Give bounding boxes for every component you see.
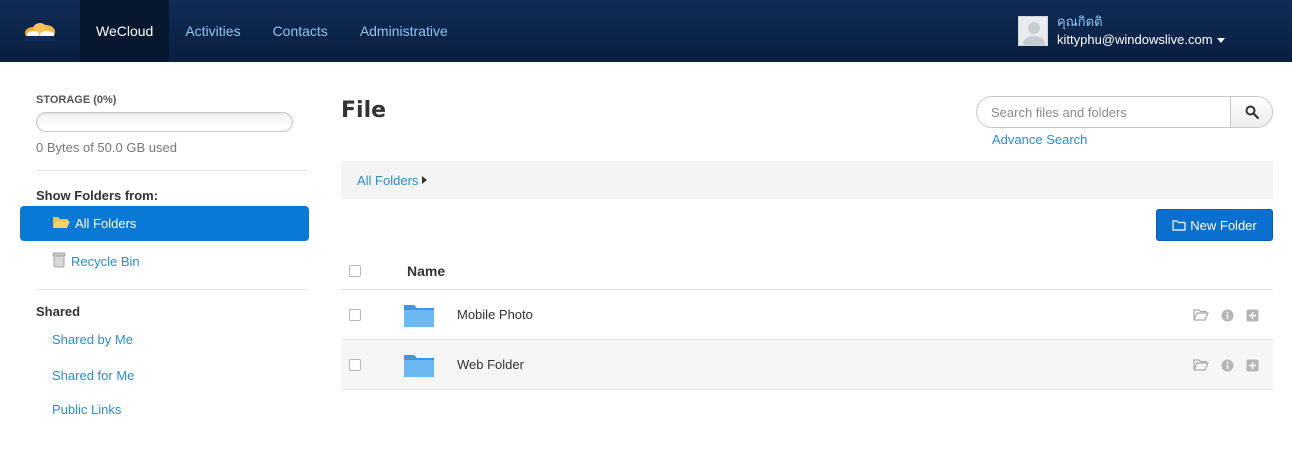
info-icon[interactable] [1221,309,1234,322]
open-folder-icon[interactable] [1193,359,1209,371]
folder-icon [403,302,435,328]
sidebar-item-label: Recycle Bin [71,254,140,269]
open-folder-icon[interactable] [1193,309,1209,321]
avatar [1018,16,1048,46]
trash-icon [52,252,66,271]
row-checkbox[interactable] [349,358,361,371]
top-navbar: WeCloud Activities Contacts Administrati… [0,0,1292,62]
search-input[interactable] [977,97,1230,127]
page-title: File [341,98,387,123]
storage-label: STORAGE (0%) [36,94,117,106]
row-name[interactable]: Mobile Photo [457,307,533,322]
row-actions [1193,290,1259,340]
show-folders-title: Show Folders from: [36,188,159,203]
user-name: คุณกิตติ [1057,14,1103,29]
sidebar-item-recycle-bin[interactable]: Recycle Bin [20,244,309,279]
nav-contacts[interactable]: Contacts [257,0,344,62]
folder-icon [403,352,435,378]
breadcrumb: All Folders [341,161,1273,199]
shared-title: Shared [36,304,81,319]
storage-progress-bar [36,112,293,132]
row-checkbox[interactable] [349,308,361,321]
new-folder-label: New Folder [1190,217,1257,233]
info-icon[interactable] [1221,359,1234,372]
user-info: คุณกิตติ kittyphu@windowslive.com [1057,13,1225,49]
plus-square-icon[interactable] [1246,359,1259,372]
sidebar-item-public-links[interactable]: Public Links [52,402,121,417]
user-email-row[interactable]: kittyphu@windowslive.com [1057,31,1225,49]
table-row[interactable]: Web Folder [341,340,1273,390]
row-name[interactable]: Web Folder [457,357,524,372]
search-icon [1245,105,1259,119]
select-all-checkbox[interactable] [349,264,361,277]
nav-administrative[interactable]: Administrative [344,0,464,62]
storage-used-text: 0 Bytes of 50.0 GB used [36,140,177,155]
table-header: Name [341,252,1273,290]
caret-right-icon [422,176,428,184]
folder-outline-icon [1172,219,1186,231]
sidebar-item-all-folders[interactable]: All Folders [20,206,309,241]
table-row[interactable]: Mobile Photo [341,290,1273,340]
row-actions [1193,340,1259,390]
caret-down-icon [1216,38,1225,44]
search-button[interactable] [1230,97,1272,127]
sidebar-item-shared-by-me[interactable]: Shared by Me [52,332,133,347]
breadcrumb-all-folders[interactable]: All Folders [357,173,418,188]
new-folder-button[interactable]: New Folder [1156,209,1273,241]
sidebar-item-shared-for-me[interactable]: Shared for Me [52,368,134,383]
divider [36,289,308,290]
plus-square-icon[interactable] [1246,309,1259,322]
user-email: kittyphu@windowslive.com [1057,32,1213,47]
user-menu[interactable]: คุณกิตติ kittyphu@windowslive.com [1018,0,1292,62]
nav-activities[interactable]: Activities [169,0,256,62]
sidebar: STORAGE (0%) 0 Bytes of 50.0 GB used Sho… [20,62,310,474]
divider [36,170,308,171]
open-folder-icon [52,215,70,232]
sidebar-item-label: All Folders [75,216,137,231]
column-header-name[interactable]: Name [407,263,445,279]
file-table: Name Mobile Photo Web Folder [341,252,1273,390]
advance-search-link[interactable]: Advance Search [992,132,1087,147]
search-box [976,96,1273,128]
nav-wecloud[interactable]: WeCloud [80,0,170,62]
cloud-logo-icon[interactable] [0,0,80,62]
